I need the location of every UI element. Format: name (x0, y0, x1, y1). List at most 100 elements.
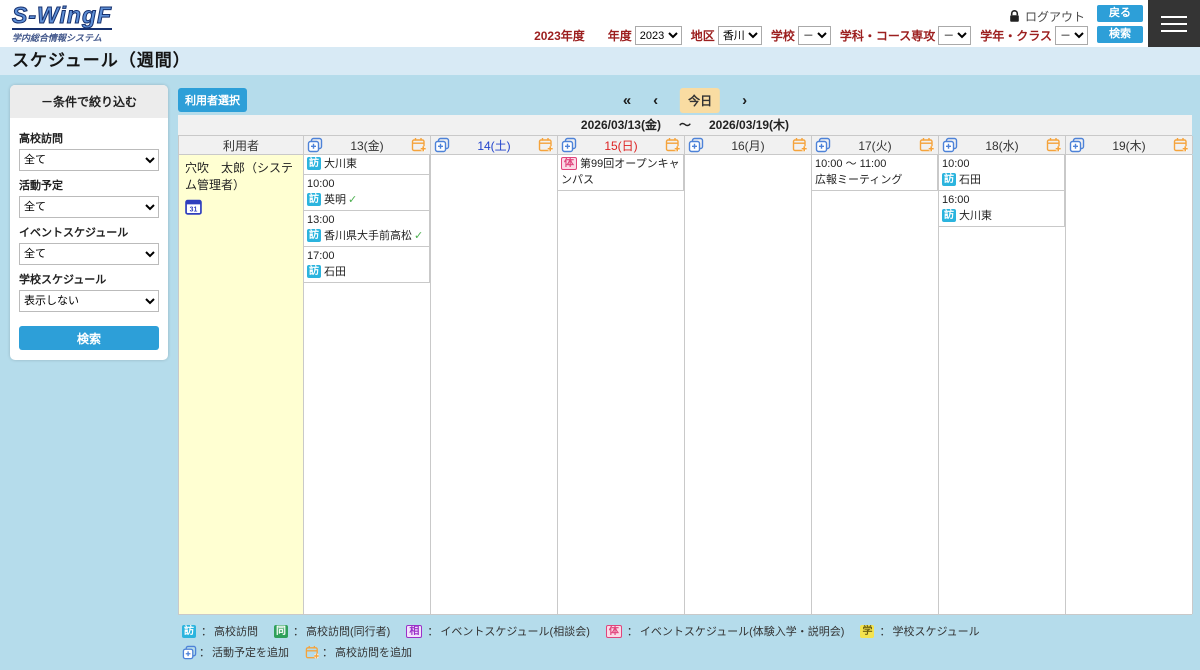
day-label-mon: 16(月) (731, 138, 765, 153)
app-logo: S-WingF 学内総合情報システム (11, 2, 113, 44)
legend-label: 活動予定を追加 (212, 647, 289, 659)
sidebar-search-button[interactable]: 検索 (19, 326, 159, 350)
event[interactable]: 10:00 ～ 11:00 広報ミーティング (812, 155, 938, 191)
page-title: スケジュール（週間） (0, 47, 1200, 75)
activity-filter-select[interactable]: 全て (19, 196, 159, 218)
day-header-thu: 19(木) (1066, 136, 1193, 154)
event[interactable]: 13:00 訪香川県大手前高松 ✓ (304, 210, 430, 247)
legend-label: 高校訪問(同行者) (306, 626, 391, 638)
sidebar-label-event: イベントスケジュール (19, 227, 129, 239)
taiken-badge: 体 (561, 157, 577, 170)
course-select[interactable]: － (938, 26, 972, 45)
legend-sep: ： (201, 626, 212, 638)
range-start: 2026/03/13(金) (580, 118, 661, 132)
legend-label: 学校スケジュール (892, 626, 980, 638)
day-cell-sat[interactable] (431, 155, 558, 614)
event-title: 英明 (324, 194, 346, 206)
event[interactable]: 訪大川東 (304, 155, 430, 175)
visit-add-icon[interactable] (919, 137, 935, 153)
legend-item-visit: 訪 ：高校訪問 (182, 623, 258, 639)
visit-add-icon[interactable] (1173, 137, 1189, 153)
sidebar-label-koukouhoumon: 高校訪問 (19, 133, 63, 145)
main-area: －条件で絞り込む 高校訪問 全て 活動予定 全て イベントスケジュール 全て 学… (0, 75, 1200, 670)
range-tilde: ～ (678, 118, 691, 132)
legend-label: 高校訪問 (214, 626, 258, 638)
activity-add-icon[interactable] (561, 137, 577, 153)
logout-label: ログアウト (1024, 10, 1085, 24)
lock-icon (1010, 10, 1019, 22)
user-calendar-icon[interactable] (185, 199, 202, 220)
year-select[interactable]: 2023 (634, 26, 682, 45)
user-select-button[interactable]: 利用者選択 (178, 88, 247, 112)
filter-sidebar: －条件で絞り込む 高校訪問 全て 活動予定 全て イベントスケジュール 全て 学… (10, 85, 168, 360)
day-header-sat: 14(土) (431, 136, 558, 154)
legend-sep: ： (427, 626, 439, 638)
activity-add-icon[interactable] (942, 137, 958, 153)
day-cell-sun[interactable]: 体第99回オープンキャンパス (558, 155, 685, 614)
visit-add-icon[interactable] (411, 137, 427, 153)
user-name: 穴吹 太郎（システム管理者） (185, 161, 294, 193)
event-title: 広報ミーティング (815, 174, 903, 186)
calendar-toolbar: 利用者選択 « ‹ 今日 › (178, 88, 1192, 115)
week-navigation: « ‹ 今日 › (623, 88, 747, 113)
event-title: 大川東 (959, 210, 992, 222)
visit-add-icon[interactable] (792, 137, 808, 153)
header-search-button[interactable]: 検索 (1097, 26, 1143, 43)
event[interactable]: 16:00 訪大川東 (939, 190, 1065, 227)
activity-add-icon[interactable] (688, 137, 704, 153)
event-time: 16:00 (942, 194, 970, 206)
visit-add-icon[interactable] (1046, 137, 1062, 153)
taiken-badge: 体 (605, 624, 622, 638)
event[interactable]: 10:00 訪石田 (939, 155, 1065, 191)
legend-label: イベントスケジュール(体験入学・説明会) (639, 626, 845, 638)
next-day-button[interactable]: › (742, 90, 747, 112)
legend-item-companion: 同 ：高校訪問(同行者) (274, 623, 390, 639)
filter-label-gakunen: 学年・クラス (980, 29, 1052, 43)
legend-label: 高校訪問を追加 (335, 647, 412, 659)
visit-badge: 訪 (182, 624, 196, 638)
user-column-header: 利用者 (179, 136, 304, 154)
event-filter-select[interactable]: 全て (19, 243, 159, 265)
visit-badge: 訪 (307, 193, 321, 206)
visit-add-icon (305, 644, 320, 660)
prev-week-button[interactable]: « (623, 90, 631, 112)
day-cell-mon[interactable] (685, 155, 812, 614)
logout-button[interactable]: ログアウト (1008, 8, 1085, 25)
back-button[interactable]: 戻る (1097, 5, 1143, 22)
visit-add-icon[interactable] (538, 137, 554, 153)
logo-title: S-WingF (11, 2, 113, 28)
menu-icon[interactable] (1148, 0, 1200, 47)
consult-badge: 相 (406, 624, 423, 638)
check-icon: ✓ (348, 194, 358, 206)
district-select[interactable]: 香川 (717, 26, 762, 45)
today-button[interactable]: 今日 (680, 88, 721, 113)
range-end: 2026/03/19(木) (709, 118, 790, 132)
legend-label: イベントスケジュール(相談会) (440, 626, 590, 638)
companion-badge: 同 (274, 624, 288, 638)
day-label-sat: 14(土) (477, 138, 511, 153)
calendar-header-row: 利用者 13(金) 14(土) 15(日) 16(月) 17(火) 18(水) … (178, 135, 1193, 155)
prev-day-button[interactable]: ‹ (653, 90, 658, 112)
event-title: 香川県大手前高松 (324, 230, 412, 242)
school-schedule-filter-select[interactable]: 表示しない (19, 290, 159, 312)
legend: 訪：高校訪問 同：高校訪問(同行者) 相：イベントスケジュール(相談会) 体：イ… (178, 623, 1192, 660)
activity-add-icon[interactable] (815, 137, 831, 153)
day-cell-fri[interactable]: 訪大川東 10:00 訪英明 ✓ 13:00 訪香川県大手前高松 ✓ 17:00 訪… (304, 155, 431, 614)
user-cell: 穴吹 太郎（システム管理者） (179, 155, 304, 614)
grade-class-select[interactable]: － (1055, 26, 1088, 45)
school-select[interactable]: － (797, 26, 831, 45)
activity-add-icon[interactable] (434, 137, 450, 153)
day-cell-thu[interactable] (1066, 155, 1193, 614)
day-label-tue: 17(火) (858, 138, 892, 153)
event[interactable]: 体第99回オープンキャンパス (558, 155, 684, 191)
visit-add-icon[interactable] (665, 137, 681, 153)
day-cell-wed[interactable]: 10:00 訪石田 16:00 訪大川東 (939, 155, 1066, 614)
event[interactable]: 10:00 訪英明 ✓ (304, 174, 430, 211)
day-label-sun: 15(日) (604, 138, 638, 153)
day-cell-tue[interactable]: 10:00 ～ 11:00 広報ミーティング (812, 155, 939, 614)
filter-label-gakka: 学科・コース専攻 (839, 29, 936, 43)
event[interactable]: 17:00 訪石田 (304, 246, 430, 283)
activity-add-icon[interactable] (307, 137, 323, 153)
activity-add-icon[interactable] (1069, 137, 1085, 153)
visit-filter-select[interactable]: 全て (19, 149, 159, 171)
